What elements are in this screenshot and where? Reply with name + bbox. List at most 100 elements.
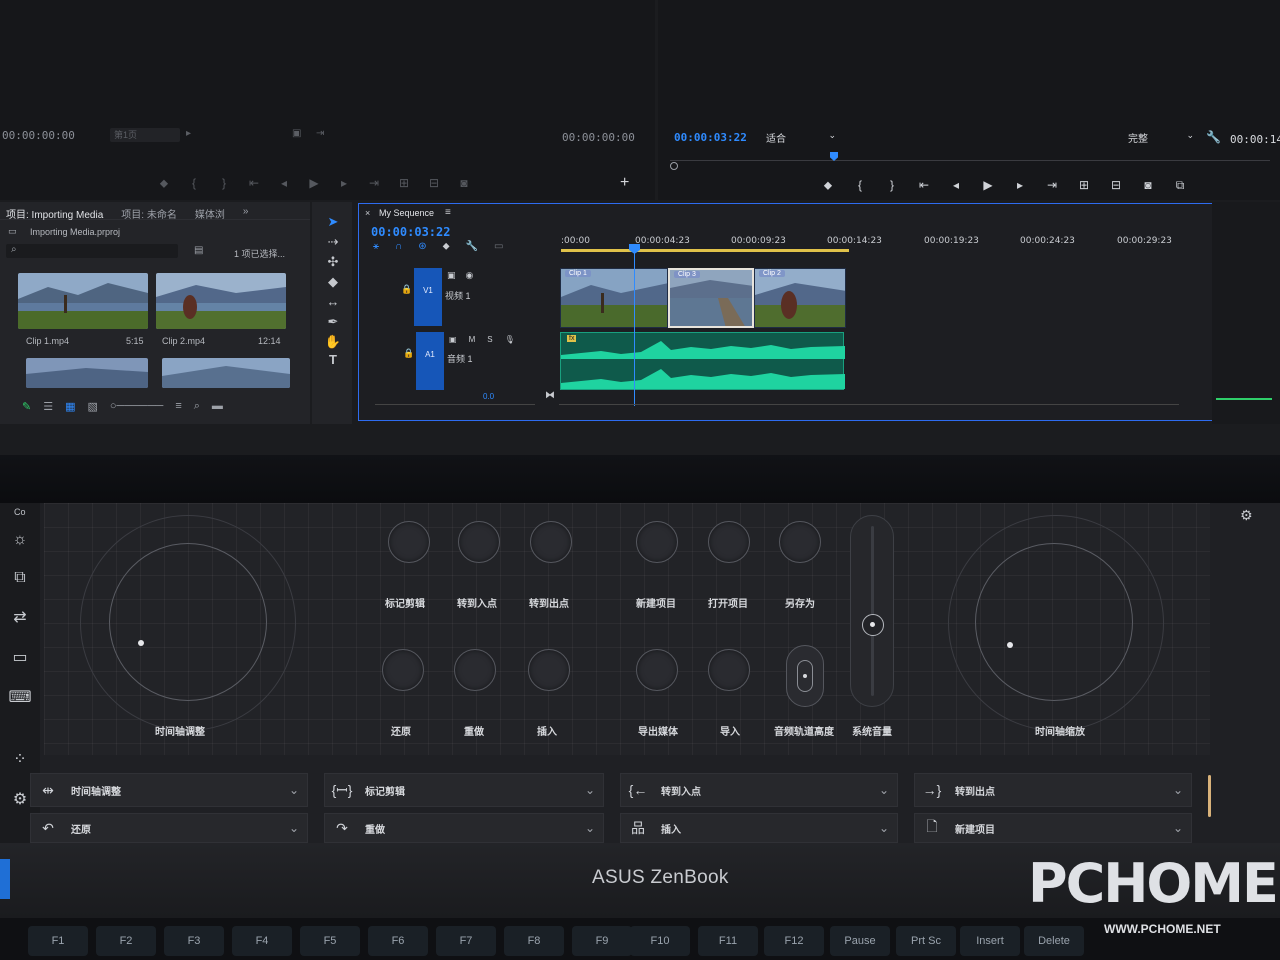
source-settings-icon[interactable]: ▣	[292, 128, 301, 139]
timeline-settings-icon[interactable]: 🔧	[466, 241, 478, 252]
compare-icon[interactable]: ⧉	[1172, 178, 1188, 193]
track-select-tool-icon[interactable]: ⇢	[324, 234, 342, 250]
captions-icon[interactable]: ▭	[494, 241, 503, 252]
screen-icon[interactable]: ▭	[8, 647, 32, 667]
program-timecode[interactable]: 00:00:03:22	[674, 131, 747, 144]
work-area-bar[interactable]	[561, 249, 849, 252]
snap-icon[interactable]: ∩	[395, 241, 402, 252]
project-search-input[interactable]: ⌕	[6, 244, 178, 258]
video-clip-2[interactable]: Clip 2	[754, 268, 846, 328]
go-to-in-icon[interactable]: ⇤	[916, 178, 932, 193]
hand-tool-icon[interactable]: ✋	[324, 334, 342, 350]
time-ruler[interactable]: :00:00 00:00:04:23 00:00:09:23 00:00:14:…	[559, 234, 1189, 254]
pencil-icon[interactable]: ✎	[22, 400, 31, 413]
selection-tool-icon[interactable]: ➤	[324, 214, 342, 230]
action-slot-timeline-adjust[interactable]: ⇹ 时间轴调整 ⌄	[30, 773, 308, 807]
extract-icon[interactable]: ⊟	[1108, 178, 1124, 193]
timeline-playhead[interactable]	[634, 248, 635, 406]
action-slot-redo[interactable]: ↷ 重做 ⌄	[324, 813, 604, 843]
redo-knob[interactable]	[454, 649, 496, 691]
marker-icon[interactable]: ⬥	[820, 178, 836, 193]
add-marker-icon[interactable]: ⬥	[443, 241, 450, 252]
export-media-knob[interactable]	[636, 649, 678, 691]
action-slot-insert[interactable]: 品 插入 ⌄	[620, 813, 898, 843]
timeline-zoom-dial[interactable]	[975, 543, 1133, 701]
audio-track-level[interactable]: 0.0	[483, 392, 494, 401]
key-f1[interactable]: F1	[28, 926, 88, 956]
camera-icon[interactable]: ◙	[456, 176, 472, 191]
fit-select[interactable]: 适合 ⌄	[766, 130, 836, 145]
close-tab-icon[interactable]: ×	[365, 208, 370, 218]
key-insert[interactable]: Insert	[960, 926, 1020, 956]
key-f12[interactable]: F12	[764, 926, 824, 956]
sequence-tab[interactable]: My Sequence	[379, 208, 434, 218]
settings-icon[interactable]: ⚙	[8, 789, 32, 809]
save-as-knob[interactable]	[779, 521, 821, 563]
camera-icon[interactable]: ◙	[1140, 178, 1156, 193]
audio-track-height-toggle[interactable]	[786, 645, 824, 707]
tab-untitled[interactable]: 项目: 未命名	[121, 206, 177, 221]
clip-thumbnail-4[interactable]	[162, 358, 290, 388]
go-to-in-icon[interactable]: ⇤	[246, 176, 262, 191]
insert-knob[interactable]	[528, 649, 570, 691]
video-clip-1[interactable]: Clip 1	[560, 268, 668, 328]
open-project-knob[interactable]	[708, 521, 750, 563]
slip-tool-icon[interactable]: ↔	[324, 294, 342, 309]
go-to-out-icon[interactable]: ⇥	[1044, 178, 1060, 193]
source-timecode[interactable]: 00:00:00:00	[2, 129, 75, 142]
new-folder-icon[interactable]: ▬	[212, 400, 223, 413]
key-f10[interactable]: F10	[630, 926, 690, 956]
key-pause[interactable]: Pause	[830, 926, 890, 956]
pen-tool-icon[interactable]: ✒	[324, 314, 342, 330]
action-slot-go-to-in[interactable]: {← 转到入点 ⌄	[620, 773, 898, 807]
import-knob[interactable]	[708, 649, 750, 691]
key-f6[interactable]: F6	[368, 926, 428, 956]
key-prtsc[interactable]: Prt Sc	[896, 926, 956, 956]
play-icon[interactable]: ▶	[306, 176, 322, 191]
key-f11[interactable]: F11	[698, 926, 758, 956]
timeline-timecode[interactable]: 00:00:03:22	[371, 225, 450, 239]
solo-icon[interactable]: S	[487, 335, 492, 344]
step-forward-icon[interactable]: ▸	[1012, 178, 1028, 193]
timeline-end-icon[interactable]: ⧓	[545, 390, 555, 401]
insert-icon[interactable]: ⊞	[396, 176, 412, 191]
apps-icon[interactable]: ⁘	[8, 749, 32, 769]
tab-importing-media[interactable]: 项目: Importing Media	[6, 206, 103, 221]
action-slot-mark-clip[interactable]: {ꟷ} 标记剪辑 ⌄	[324, 773, 604, 807]
zoom-slider-icon[interactable]: ○──────	[110, 400, 163, 413]
source-page-select[interactable]: 第1页	[110, 128, 180, 142]
nest-icon[interactable]: ⚹	[373, 241, 379, 252]
system-volume-slider[interactable]	[850, 515, 894, 707]
action-slot-go-to-out[interactable]: →} 转到出点 ⌄	[914, 773, 1192, 807]
laptop-icon[interactable]: ⌨	[8, 687, 32, 707]
timeline-adjust-dial[interactable]	[109, 543, 267, 701]
lock-icon[interactable]: 🔒	[403, 348, 414, 359]
clip-thumbnail-1[interactable]	[18, 273, 148, 329]
step-back-icon[interactable]: ◂	[948, 178, 964, 193]
sort-icon[interactable]: ≡	[175, 400, 181, 413]
search-icon[interactable]: ⌕	[194, 400, 200, 413]
audio-track-target[interactable]: A1	[416, 332, 444, 390]
new-bin-icon[interactable]: ▤	[194, 245, 203, 256]
key-f4[interactable]: F4	[232, 926, 292, 956]
quality-select[interactable]: 完整 ⌄	[1128, 130, 1194, 145]
sync-lock-icon[interactable]: ▣	[449, 335, 457, 344]
video-track-target[interactable]: V1	[414, 268, 442, 326]
step-forward-icon[interactable]: ▸	[336, 176, 352, 191]
clip-thumbnail-3[interactable]	[26, 358, 148, 388]
wrench-icon[interactable]: 🔧	[1206, 130, 1221, 144]
key-f7[interactable]: F7	[436, 926, 496, 956]
key-f2[interactable]: F2	[96, 926, 156, 956]
new-project-knob[interactable]	[636, 521, 678, 563]
tab-media-browser[interactable]: 媒体浏	[195, 206, 225, 221]
freeform-view-icon[interactable]: ▧	[88, 400, 98, 413]
mark-out-icon[interactable]: }	[884, 178, 900, 193]
overwrite-icon[interactable]: ⊟	[426, 176, 442, 191]
microphone-icon[interactable]: 🎙	[505, 335, 515, 344]
undo-knob[interactable]	[382, 649, 424, 691]
linked-selection-icon[interactable]: ⊛	[418, 241, 426, 252]
go-to-in-knob[interactable]	[458, 521, 500, 563]
add-button-icon[interactable]: +	[620, 174, 629, 192]
track-zoom-bar[interactable]	[375, 404, 535, 405]
more-tabs-icon[interactable]: »	[243, 206, 249, 217]
